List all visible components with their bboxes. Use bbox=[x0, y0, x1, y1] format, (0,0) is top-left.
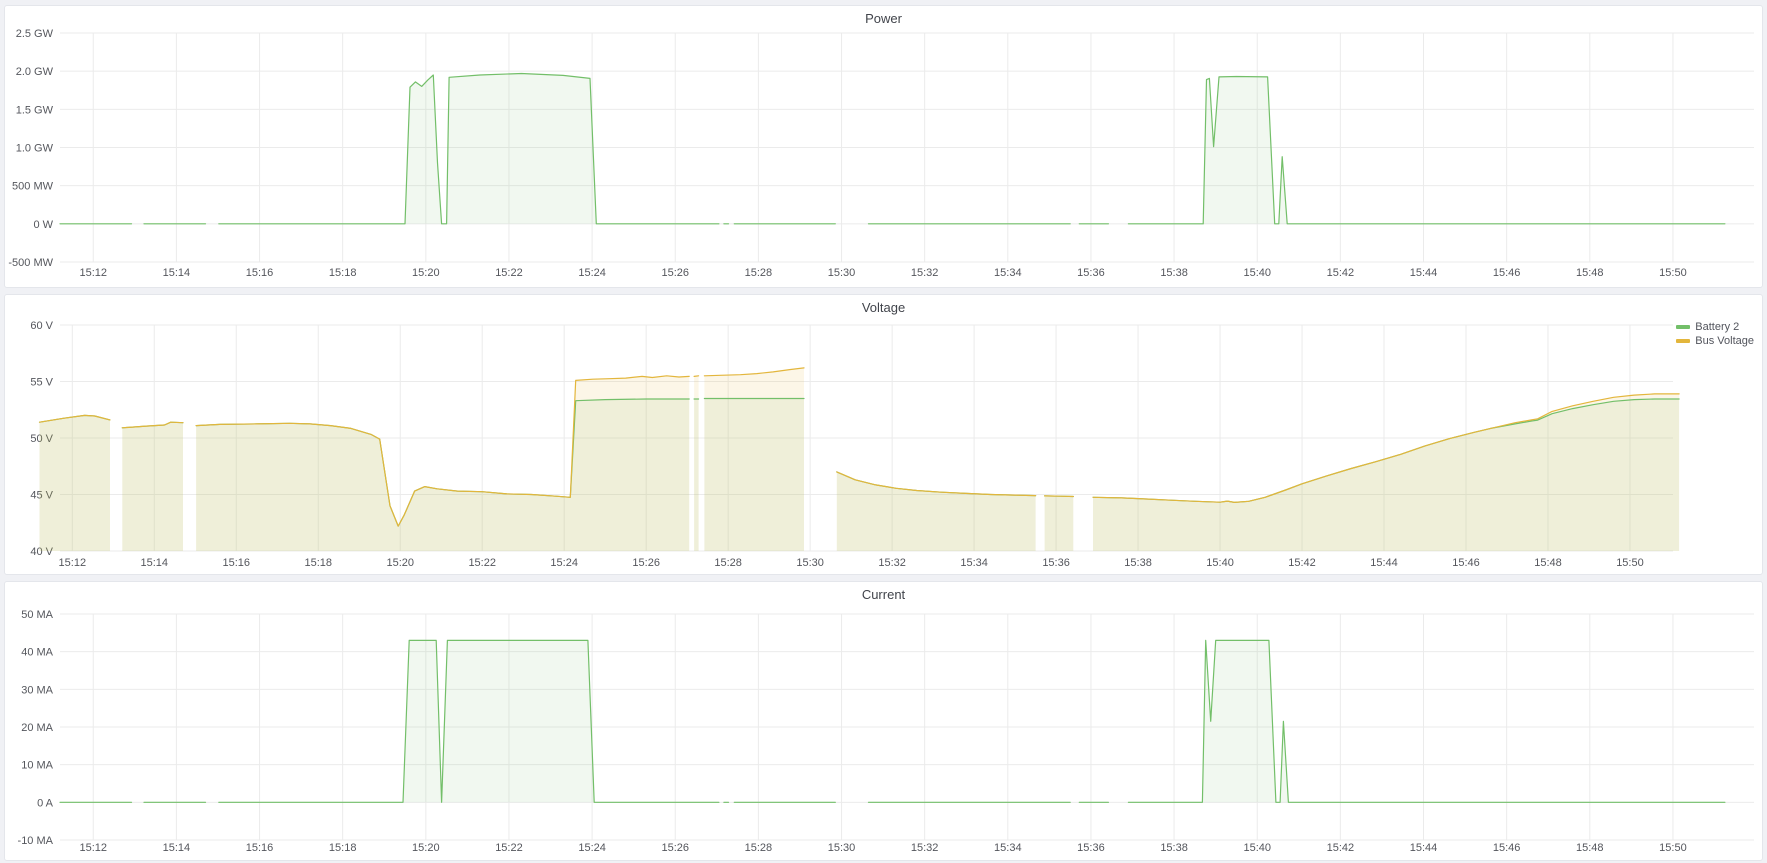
svg-text:15:24: 15:24 bbox=[578, 842, 606, 854]
current-panel: 50 MA 40 MA 30 MA 20 MA 10 MA 0 A -10 MA 15:12 1… bbox=[4, 581, 1763, 861]
svg-text:15:44: 15:44 bbox=[1410, 267, 1438, 279]
svg-text:15:34: 15:34 bbox=[994, 842, 1022, 854]
svg-text:15:40: 15:40 bbox=[1206, 557, 1234, 569]
svg-text:15:30: 15:30 bbox=[828, 842, 856, 854]
power-chart[interactable]: 2.5 GW 2.0 GW 1.5 GW 1.0 GW 500 MW 0 W -500 MW… bbox=[5, 6, 1762, 287]
svg-text:50 MA: 50 MA bbox=[21, 609, 53, 621]
svg-text:15:12: 15:12 bbox=[79, 842, 107, 854]
svg-text:15:12: 15:12 bbox=[59, 557, 87, 569]
svg-text:15:28: 15:28 bbox=[745, 842, 773, 854]
svg-text:15:16: 15:16 bbox=[222, 557, 250, 569]
svg-text:15:18: 15:18 bbox=[329, 267, 357, 279]
svg-text:15:32: 15:32 bbox=[911, 267, 939, 279]
power-panel: 2.5 GW 2.0 GW 1.5 GW 1.0 GW 500 MW 0 W -500 MW… bbox=[4, 5, 1763, 288]
svg-text:15:48: 15:48 bbox=[1534, 557, 1562, 569]
svg-text:15:26: 15:26 bbox=[661, 842, 689, 854]
svg-text:15:38: 15:38 bbox=[1160, 267, 1188, 279]
svg-text:15:14: 15:14 bbox=[141, 557, 169, 569]
svg-text:15:44: 15:44 bbox=[1410, 842, 1438, 854]
svg-text:15:14: 15:14 bbox=[163, 842, 191, 854]
legend-label: Battery 2 bbox=[1695, 321, 1739, 333]
svg-text:15:16: 15:16 bbox=[246, 842, 274, 854]
svg-text:15:50: 15:50 bbox=[1616, 557, 1644, 569]
svg-text:15:42: 15:42 bbox=[1327, 842, 1355, 854]
series-color-swatch bbox=[1676, 339, 1690, 343]
svg-text:15:48: 15:48 bbox=[1576, 267, 1604, 279]
legend-item-bus-voltage[interactable]: Bus Voltage bbox=[1676, 335, 1754, 347]
svg-text:15:16: 15:16 bbox=[246, 267, 274, 279]
svg-text:2.0 GW: 2.0 GW bbox=[16, 66, 54, 78]
svg-text:-500 MW: -500 MW bbox=[8, 257, 53, 269]
svg-text:15:50: 15:50 bbox=[1659, 842, 1687, 854]
svg-text:500 MW: 500 MW bbox=[12, 181, 54, 193]
svg-text:15:40: 15:40 bbox=[1243, 842, 1271, 854]
svg-text:15:20: 15:20 bbox=[412, 842, 440, 854]
legend-item-battery-2[interactable]: Battery 2 bbox=[1676, 321, 1754, 333]
svg-text:40 MA: 40 MA bbox=[21, 647, 53, 659]
svg-text:15:22: 15:22 bbox=[468, 557, 496, 569]
svg-text:20 MA: 20 MA bbox=[21, 722, 53, 734]
svg-text:-10 MA: -10 MA bbox=[18, 835, 54, 847]
svg-text:2.5 GW: 2.5 GW bbox=[16, 28, 54, 40]
svg-text:15:36: 15:36 bbox=[1042, 557, 1070, 569]
voltage-panel: 60 V55 V50 V45 V40 V15:1215:1415:1615:18… bbox=[4, 294, 1763, 575]
svg-text:15:36: 15:36 bbox=[1077, 842, 1105, 854]
svg-text:15:14: 15:14 bbox=[163, 267, 191, 279]
svg-text:15:32: 15:32 bbox=[911, 842, 939, 854]
svg-text:15:18: 15:18 bbox=[304, 557, 332, 569]
svg-text:15:44: 15:44 bbox=[1370, 557, 1398, 569]
svg-text:55 V: 55 V bbox=[30, 377, 53, 389]
legend: Battery 2 Bus Voltage bbox=[1676, 321, 1754, 347]
svg-text:15:42: 15:42 bbox=[1327, 267, 1355, 279]
svg-text:15:24: 15:24 bbox=[550, 557, 578, 569]
dashboard: 2.5 GW 2.0 GW 1.5 GW 1.0 GW 500 MW 0 W -500 MW… bbox=[0, 0, 1767, 863]
svg-text:15:20: 15:20 bbox=[386, 557, 414, 569]
svg-text:15:24: 15:24 bbox=[578, 267, 606, 279]
svg-text:15:34: 15:34 bbox=[994, 267, 1022, 279]
svg-text:15:46: 15:46 bbox=[1452, 557, 1480, 569]
svg-text:15:18: 15:18 bbox=[329, 842, 357, 854]
svg-text:15:12: 15:12 bbox=[79, 267, 107, 279]
svg-text:60 V: 60 V bbox=[30, 320, 53, 332]
svg-text:15:40: 15:40 bbox=[1243, 267, 1271, 279]
svg-text:30 MA: 30 MA bbox=[21, 684, 53, 696]
svg-text:15:22: 15:22 bbox=[495, 842, 523, 854]
svg-text:0 W: 0 W bbox=[33, 219, 53, 231]
svg-text:15:46: 15:46 bbox=[1493, 267, 1521, 279]
legend-label: Bus Voltage bbox=[1695, 335, 1754, 347]
svg-text:15:34: 15:34 bbox=[960, 557, 988, 569]
svg-text:15:38: 15:38 bbox=[1124, 557, 1152, 569]
svg-text:1.5 GW: 1.5 GW bbox=[16, 104, 54, 116]
svg-text:15:48: 15:48 bbox=[1576, 842, 1604, 854]
svg-text:15:46: 15:46 bbox=[1493, 842, 1521, 854]
svg-text:15:20: 15:20 bbox=[412, 267, 440, 279]
svg-text:15:38: 15:38 bbox=[1160, 842, 1188, 854]
svg-text:15:30: 15:30 bbox=[796, 557, 824, 569]
voltage-chart[interactable]: 60 V55 V50 V45 V40 V15:1215:1415:1615:18… bbox=[5, 295, 1762, 574]
current-chart[interactable]: 50 MA 40 MA 30 MA 20 MA 10 MA 0 A -10 MA 15:12 1… bbox=[5, 582, 1762, 860]
svg-text:15:36: 15:36 bbox=[1077, 267, 1105, 279]
svg-text:15:28: 15:28 bbox=[745, 267, 773, 279]
svg-text:15:26: 15:26 bbox=[661, 267, 689, 279]
svg-text:15:32: 15:32 bbox=[878, 557, 906, 569]
svg-text:1.0 GW: 1.0 GW bbox=[16, 143, 54, 155]
svg-text:0 A: 0 A bbox=[37, 797, 54, 809]
svg-text:15:50: 15:50 bbox=[1659, 267, 1687, 279]
svg-text:15:22: 15:22 bbox=[495, 267, 523, 279]
svg-text:15:42: 15:42 bbox=[1288, 557, 1316, 569]
svg-text:15:30: 15:30 bbox=[828, 267, 856, 279]
svg-text:15:28: 15:28 bbox=[714, 557, 742, 569]
svg-text:10 MA: 10 MA bbox=[21, 760, 53, 772]
svg-text:15:26: 15:26 bbox=[632, 557, 660, 569]
series-color-swatch bbox=[1676, 325, 1690, 329]
